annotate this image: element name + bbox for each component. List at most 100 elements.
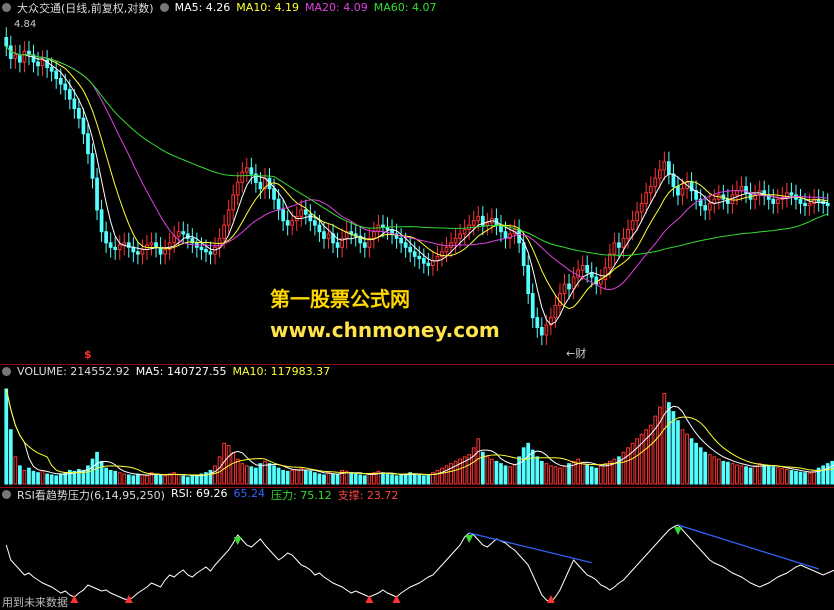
candle-body <box>462 228 467 235</box>
volume-bar <box>794 470 798 485</box>
volume-bar <box>698 447 703 485</box>
settings-icon[interactable] <box>159 3 169 12</box>
ma-legend-item: MA10: 4.19 <box>236 1 300 14</box>
candle-body <box>676 186 680 196</box>
volume-bar <box>313 472 317 485</box>
candle-body <box>226 209 231 226</box>
candle-body <box>807 202 812 207</box>
panel-menu-icon[interactable] <box>2 3 11 12</box>
candle-body <box>771 198 776 204</box>
volume-bar <box>785 469 789 485</box>
volume-bar <box>122 473 127 485</box>
volume-bar <box>512 464 517 485</box>
rsi-legend-item: RSI: 69.26 <box>170 486 228 500</box>
sell-arrow-icon <box>673 527 682 535</box>
volume-bar <box>730 463 735 485</box>
volume-bar <box>789 469 794 485</box>
volume-bar <box>240 463 245 485</box>
candle-body <box>653 177 658 188</box>
candle-body <box>617 242 621 248</box>
candle-body <box>149 242 154 246</box>
candle-body <box>449 242 453 248</box>
volume-bar <box>671 411 676 485</box>
volume-bar <box>762 464 767 485</box>
high-price-label: 4.84 <box>14 19 37 30</box>
volume-bar <box>31 470 36 485</box>
volume-bar <box>244 465 249 485</box>
candle-body <box>67 89 72 100</box>
rsi-line-chart <box>5 524 834 603</box>
volume-bar <box>190 475 195 485</box>
volume-bar <box>539 460 544 485</box>
volume-menu-icon[interactable] <box>2 367 11 376</box>
candle-body <box>648 186 653 194</box>
candle-body <box>285 220 290 226</box>
volume-bar <box>657 406 662 485</box>
volume-bar <box>136 473 140 485</box>
candle-body <box>81 117 86 135</box>
volume-bar <box>821 465 826 485</box>
volume-bar <box>13 456 18 485</box>
volume-bar <box>726 461 730 485</box>
volume-bar <box>117 472 122 485</box>
volume-bar <box>108 469 113 485</box>
candle-body <box>326 233 331 239</box>
volume-bar <box>707 454 712 485</box>
candle-body <box>612 242 617 255</box>
volume-legend-item: MA10: 117983.37 <box>232 365 331 378</box>
candle-body <box>399 237 403 244</box>
volume-bar <box>476 438 481 485</box>
volume-bar <box>303 469 308 485</box>
candle-body <box>258 181 263 190</box>
volume-bar <box>562 465 567 485</box>
candle-body <box>775 198 780 204</box>
candle-body <box>553 304 558 319</box>
volume-bar <box>667 402 671 485</box>
candle-body <box>104 231 108 244</box>
volume-bar <box>326 472 331 485</box>
candle-body <box>154 242 158 248</box>
rsi-trend-line <box>677 524 819 570</box>
volume-bar <box>775 467 780 485</box>
candle-body <box>299 209 304 217</box>
finance-marker: ←财 <box>566 347 587 360</box>
volume-bar <box>126 474 131 485</box>
candle-body <box>90 153 95 179</box>
candle-body <box>272 188 276 200</box>
rsi-legend-item: RSI看趋势压力(6,14,95,250) <box>17 488 165 502</box>
stock-title: 大众交通(日线,前复权,对数) <box>17 1 154 15</box>
rsi-menu-icon[interactable] <box>2 490 11 499</box>
candle-body <box>585 264 590 273</box>
candle-body <box>77 108 81 119</box>
candle-body <box>322 231 326 239</box>
volume-bar <box>40 469 45 485</box>
future-data-note: 用到未来数据 <box>2 596 68 609</box>
candle-body <box>567 283 571 290</box>
volume-bar <box>258 463 263 485</box>
candle-body <box>476 215 481 222</box>
candle-body <box>86 133 90 155</box>
sell-arrow-icon <box>233 537 242 545</box>
volume-bar <box>735 464 739 485</box>
volume-bar <box>322 474 326 485</box>
volume-bar <box>766 465 771 485</box>
rsi-panel: RSI看趋势压力(6,14,95,250) RSI: 69.26 65.24 压力: … <box>0 487 834 609</box>
candle-body <box>4 36 9 47</box>
candle-body <box>22 50 27 63</box>
candle-body <box>290 220 295 226</box>
candle-body <box>240 171 245 183</box>
candle-body <box>99 209 104 233</box>
volume-bar <box>712 456 717 485</box>
volume-bar <box>381 472 385 485</box>
candle-body <box>117 244 122 251</box>
candle-body <box>63 83 68 91</box>
candle-body <box>453 237 458 244</box>
volume-legend-item: VOLUME: 214552.92 <box>17 365 130 378</box>
volume-bar <box>49 474 54 485</box>
candle-body <box>825 202 830 207</box>
volume-bar <box>426 474 431 485</box>
volume-bar <box>231 451 236 485</box>
candle-body <box>444 246 449 253</box>
candle-body <box>276 198 281 211</box>
volume-bar <box>412 473 417 485</box>
